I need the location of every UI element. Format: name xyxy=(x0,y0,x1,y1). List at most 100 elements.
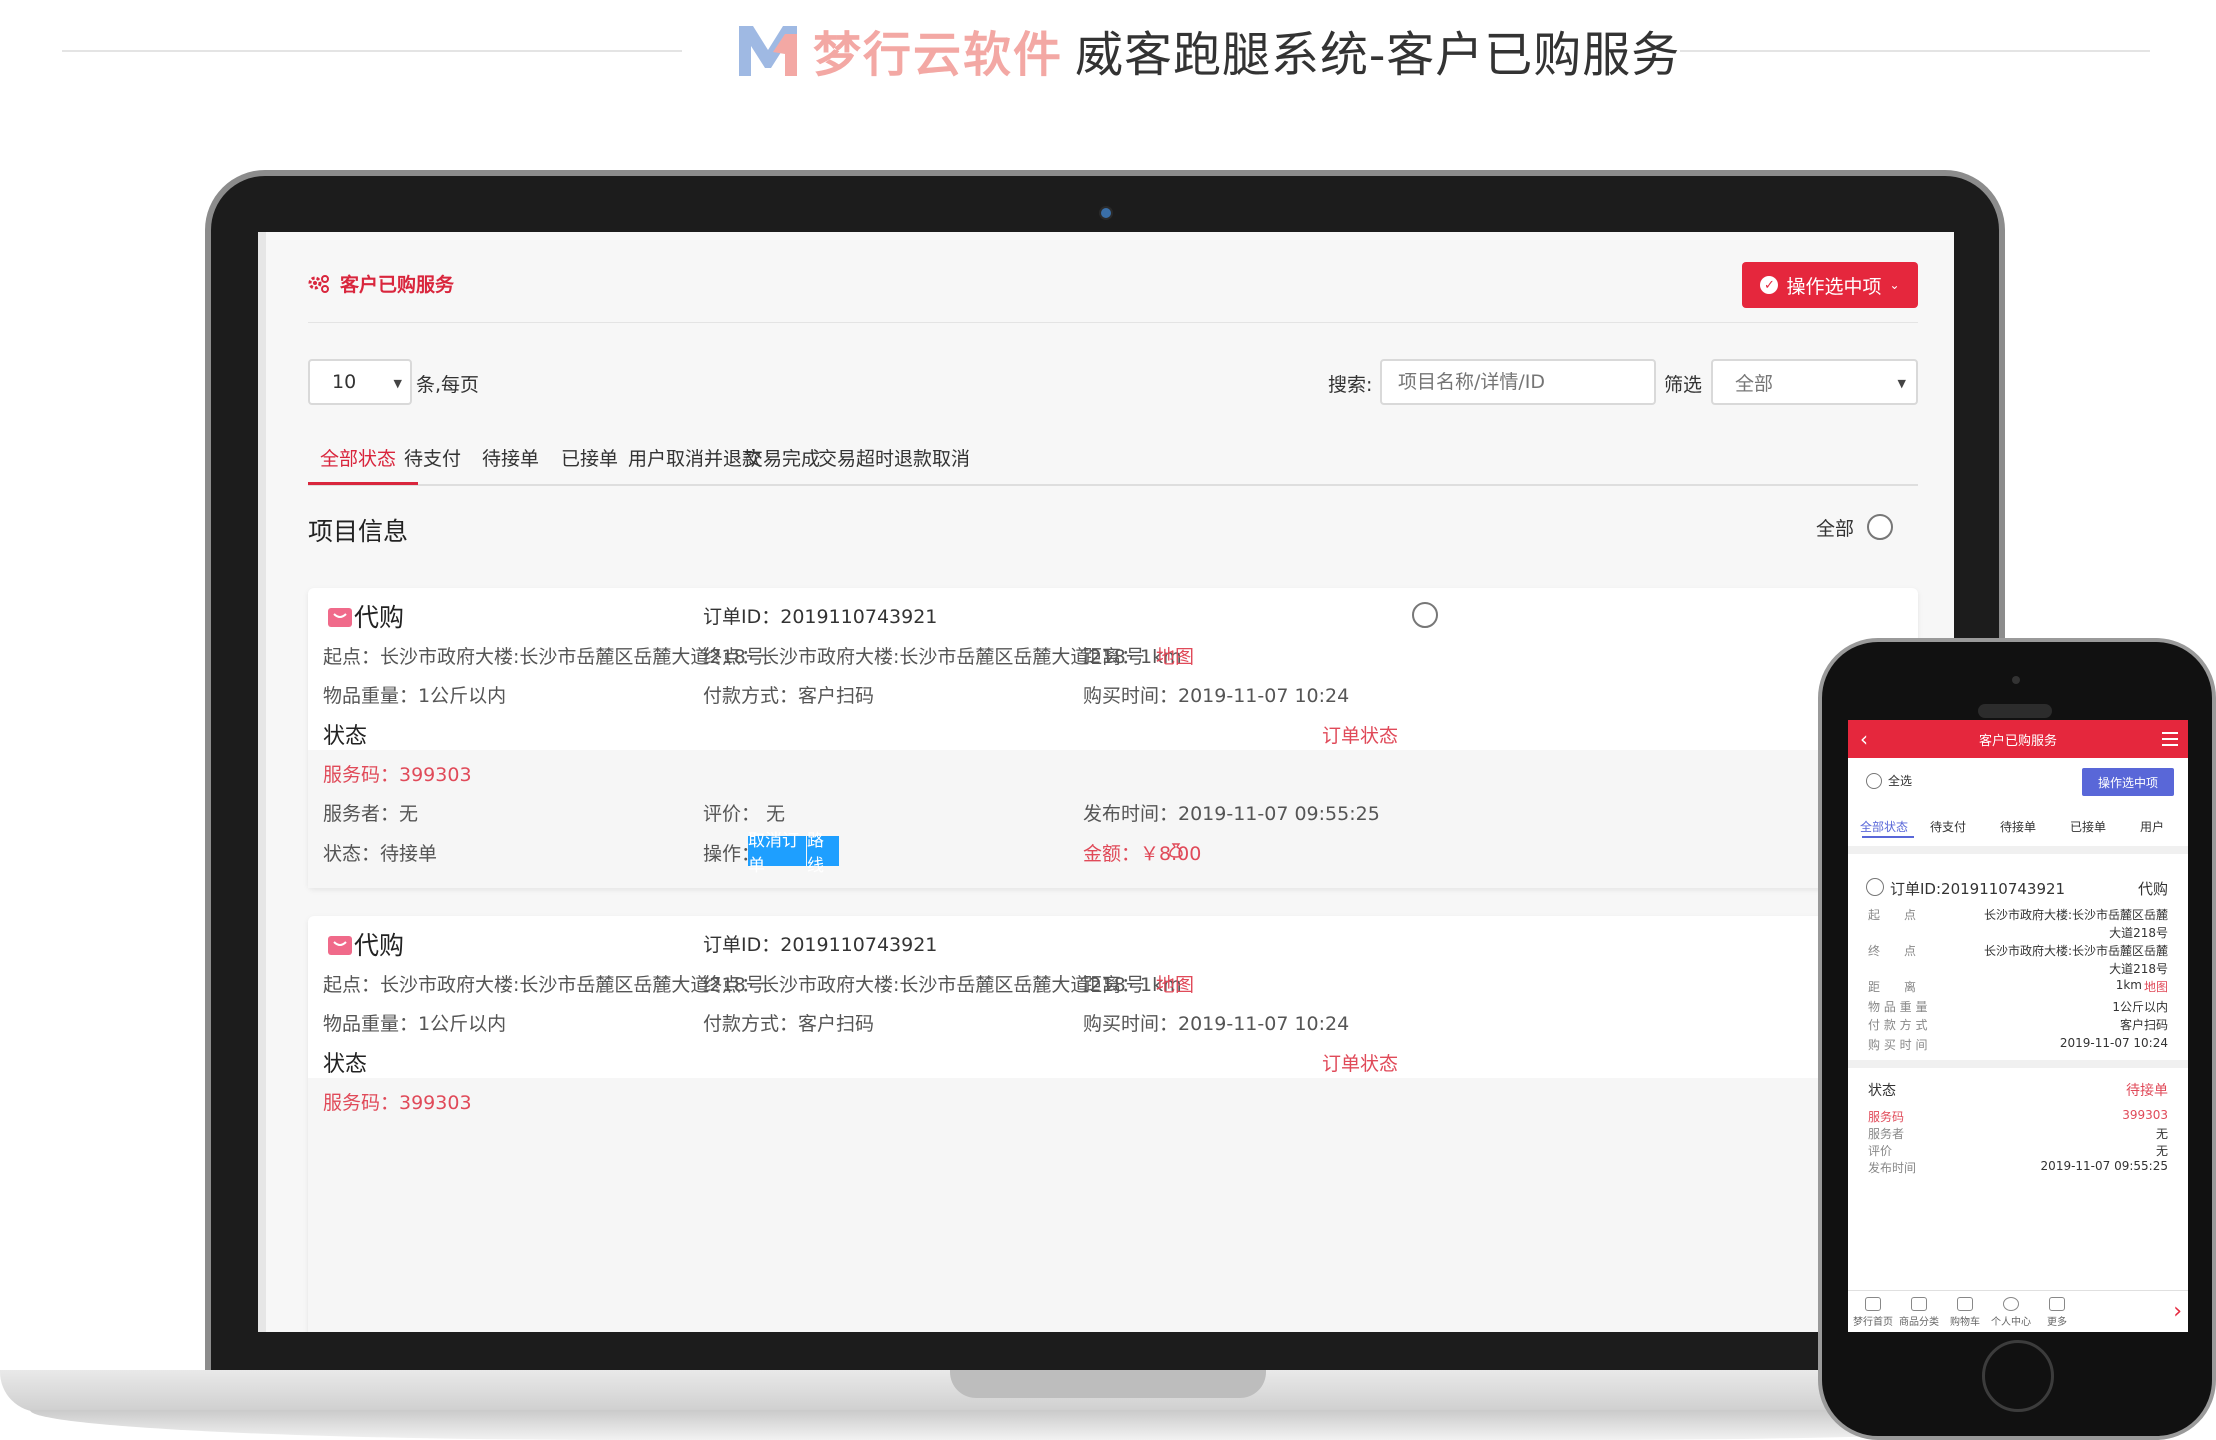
order-payment: 付款方式：客户扫码 xyxy=(703,685,875,707)
mobile-screen: ‹ 客户已购服务 全选 操作选中项 全部状态 待支付 待接单 已接单 用户 订单… xyxy=(1848,720,2188,1332)
tab-pending-payment[interactable]: 待支付 xyxy=(404,444,461,471)
mobile-weight: 1公斤以内 xyxy=(2112,1000,2168,1014)
brand-name: 梦行云软件 xyxy=(813,27,1064,83)
select-all-radio[interactable] xyxy=(1867,514,1893,540)
cancel-order-button[interactable]: 取消订单 xyxy=(748,831,806,876)
mobile-order-radio[interactable] xyxy=(1866,878,1884,896)
mobile-rating: 无 xyxy=(2155,1144,2168,1158)
chevron-down-icon: ⌄ xyxy=(1889,278,1900,292)
section-title: 项目信息 xyxy=(308,517,409,546)
mobile-order-id: 订单ID:2019110743921 xyxy=(1890,880,2066,898)
mobile-server-label: 服务者 xyxy=(1868,1127,1905,1141)
filter-value: 全部 xyxy=(1735,372,1774,395)
mobile-publish-label: 发布时间 xyxy=(1868,1161,1917,1175)
money-bag-icon xyxy=(1169,843,1183,858)
mobile-tab-pending-payment[interactable]: 待支付 xyxy=(1930,818,1966,835)
mobile-map-link[interactable]: 地图 xyxy=(2144,978,2168,995)
order-state: 状态：待接单 xyxy=(323,843,438,865)
back-arrow-icon[interactable]: ‹ xyxy=(1860,727,1868,751)
filter-label: 筛选 xyxy=(1664,374,1703,396)
mobile-buy-time-label: 购 买 时 间 xyxy=(1868,1038,1928,1052)
cart-icon xyxy=(1957,1297,1973,1311)
tab-timeout-refund[interactable]: 交易超时退款取消 xyxy=(818,444,970,471)
mobile-start-line2: 大道218号 xyxy=(2109,926,2168,940)
mobile-end-line1: 长沙市政府大楼:长沙市岳麓区岳麓 xyxy=(1983,944,2168,958)
caret-down-icon: ▼ xyxy=(1897,377,1906,390)
mobile-tab-pending-accept[interactable]: 待接单 xyxy=(2000,818,2036,835)
order-publish-time: 发布时间：2019-11-07 09:55:25 xyxy=(1083,803,1380,825)
mobile-server: 无 xyxy=(2155,1127,2168,1141)
order-status-link[interactable]: 订单状态 xyxy=(1322,721,1398,748)
banner-title: 威客跑腿系统-客户已购服务 xyxy=(1075,27,1681,83)
phone-camera-icon xyxy=(2012,676,2020,684)
service-code: 服务码：399303 xyxy=(323,764,472,786)
order-buy-time: 购买时间：2019-11-07 10:24 xyxy=(1083,1013,1350,1035)
tab-user-cancel-refund[interactable]: 用户取消并退款 xyxy=(628,444,761,471)
order-payment: 付款方式：客户扫码 xyxy=(703,1013,875,1035)
mobile-select-all-radio[interactable] xyxy=(1866,772,1882,789)
mobile-payment-label: 付 款 方 式 xyxy=(1868,1018,1928,1032)
mobile-buy-time: 2019-11-07 10:24 xyxy=(2059,1036,2168,1050)
page-size-select[interactable]: 10 ▼ xyxy=(308,359,412,405)
nav-profile[interactable]: 个人中心 xyxy=(1986,1297,2036,1328)
nav-home-label: 梦行首页 xyxy=(1853,1317,1893,1328)
order-id: 订单ID：2019110743921 xyxy=(703,934,938,956)
chevron-right-icon[interactable]: › xyxy=(2173,1299,2182,1324)
mobile-status-value: 待接单 xyxy=(2126,1083,2168,1099)
grid-icon xyxy=(2049,1297,2065,1311)
order-weight: 物品重量：1公斤以内 xyxy=(323,685,507,707)
caret-down-icon: ▼ xyxy=(393,377,402,390)
shopping-bag-icon xyxy=(328,936,352,955)
tab-accepted[interactable]: 已接单 xyxy=(561,444,618,471)
mobile-operate-selected-button[interactable]: 操作选中项 xyxy=(2082,768,2174,796)
tab-all-status[interactable]: 全部状态 xyxy=(320,444,396,471)
nav-cart[interactable]: 购物车 xyxy=(1940,1297,1990,1328)
mobile-tab-all-status[interactable]: 全部状态 xyxy=(1860,818,1908,835)
user-icon xyxy=(2003,1297,2019,1311)
tab-pending-accept[interactable]: 待接单 xyxy=(482,444,539,471)
map-link[interactable]: 地图 xyxy=(1156,970,1194,997)
order-start: 起点：长沙市政府大楼:长沙市岳麓区岳麓大道218号 xyxy=(323,646,765,668)
nav-categories-label: 商品分类 xyxy=(1899,1317,1939,1328)
mobile-distance-label: 距 离 xyxy=(1868,980,1917,994)
title-divider xyxy=(308,322,1918,323)
mobile-code-label: 服务码 xyxy=(1868,1110,1905,1124)
order-status-link[interactable]: 订单状态 xyxy=(1322,1049,1398,1076)
nav-categories[interactable]: 商品分类 xyxy=(1894,1297,1944,1328)
mobile-code: 399303 xyxy=(2122,1108,2168,1122)
mobile-payment: 客户扫码 xyxy=(2119,1018,2168,1032)
nav-home[interactable]: 梦行首页 xyxy=(1848,1297,1898,1328)
panel-title: 客户已购服务 xyxy=(308,270,454,297)
mobile-distance: 1km xyxy=(2115,978,2142,992)
filter-select[interactable]: 全部 ▼ xyxy=(1711,359,1918,405)
search-label: 搜索: xyxy=(1328,374,1373,396)
map-link[interactable]: 地图 xyxy=(1156,642,1194,669)
mobile-select-all[interactable]: 全选 xyxy=(1866,772,1912,789)
menu-icon[interactable] xyxy=(2162,732,2178,746)
order-type: 代购 xyxy=(354,931,405,960)
page-size-value: 10 xyxy=(332,371,357,393)
service-code: 服务码：399303 xyxy=(323,1092,472,1114)
route-button[interactable]: 路线 xyxy=(807,831,839,876)
order-server: 服务者：无 xyxy=(323,803,419,825)
phone-home-button xyxy=(1982,1340,2054,1412)
mobile-tab-user[interactable]: 用户 xyxy=(2140,818,2164,835)
order-select-radio[interactable] xyxy=(1412,602,1438,628)
nav-more-label: 更多 xyxy=(2047,1317,2067,1328)
search-input[interactable] xyxy=(1380,359,1656,405)
nav-more[interactable]: 更多 xyxy=(2032,1297,2082,1328)
tab-completed[interactable]: 交易完成 xyxy=(744,444,820,471)
mobile-weight-label: 物 品 重 量 xyxy=(1868,1000,1928,1014)
select-all-label: 全部 xyxy=(1816,518,1855,540)
brand-header: 梦行云软件 威客跑腿系统-客户已购服务 xyxy=(735,18,1681,83)
mobile-order-type: 代购 xyxy=(2138,880,2169,898)
mobile-tab-accepted[interactable]: 已接单 xyxy=(2070,818,2106,835)
mobile-status-title: 状态 xyxy=(1868,1083,1896,1099)
mobile-select-all-label: 全选 xyxy=(1888,774,1913,788)
panel-title-text: 客户已购服务 xyxy=(340,274,455,296)
operate-selected-button[interactable]: ✓ 操作选中项 ⌄ xyxy=(1742,262,1918,308)
status-row xyxy=(308,712,1918,750)
operate-selected-label: 操作选中项 xyxy=(1786,275,1882,298)
order-rating: 评价： 无 xyxy=(703,803,786,825)
desktop-screen: 客户已购服务 ✓ 操作选中项 ⌄ 10 ▼ 条,每页 搜索: 筛选 全部 ▼ 全… xyxy=(258,232,1954,1332)
